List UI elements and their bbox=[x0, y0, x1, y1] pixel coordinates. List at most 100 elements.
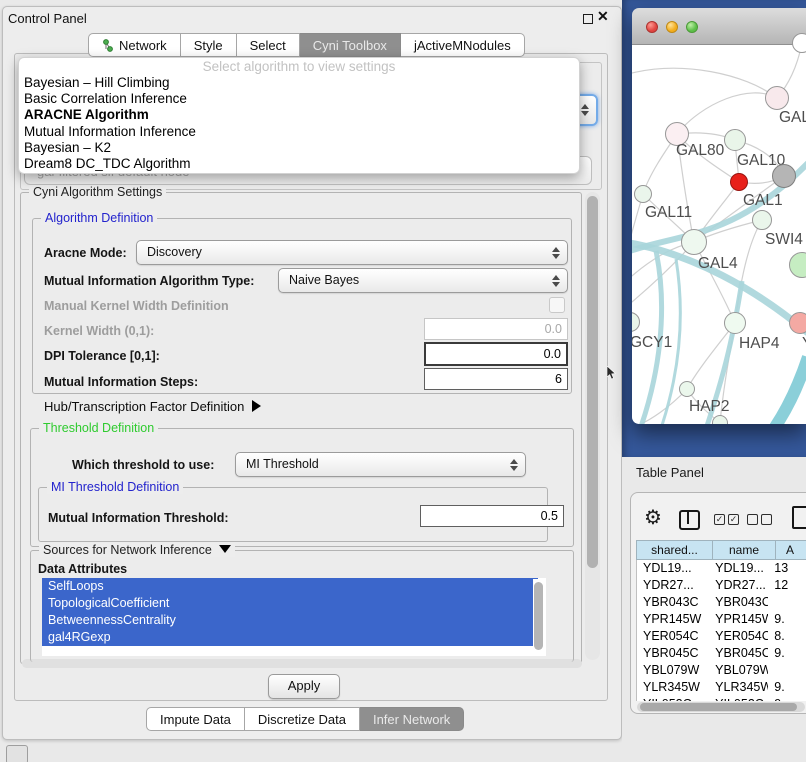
graph-node-gal10[interactable] bbox=[724, 129, 746, 151]
table-cell: YPR145W bbox=[637, 611, 709, 628]
algorithm-item-bayesian-hill-climbing[interactable]: Bayesian – Hill Climbing bbox=[19, 75, 579, 91]
algorithm-item-mutual-information-inference[interactable]: Mutual Information Inference bbox=[19, 124, 579, 140]
table-row[interactable]: YDR27...YDR27...12 bbox=[637, 577, 806, 594]
mi-threshold-label: Mutual Information Threshold: bbox=[48, 511, 229, 525]
tab-cyni-toolbox[interactable]: Cyni Toolbox bbox=[300, 33, 401, 57]
which-threshold-label: Which threshold to use: bbox=[72, 458, 214, 472]
graph-node-hap4[interactable] bbox=[724, 312, 746, 334]
table-hscrollbar-thumb[interactable] bbox=[640, 703, 797, 711]
graph-node-label: GCY1 bbox=[632, 334, 672, 352]
sources-group-title[interactable]: Sources for Network Inference bbox=[39, 543, 235, 557]
attribute-item-selfloops[interactable]: SelfLoops bbox=[42, 578, 538, 595]
network-window-titlebar[interactable] bbox=[632, 8, 806, 45]
dpi-tolerance-field[interactable] bbox=[424, 342, 568, 366]
graph-node-gal4[interactable] bbox=[681, 229, 707, 255]
close-icon[interactable]: ✕ bbox=[597, 9, 609, 23]
table-row[interactable]: YDL19...YDL19...13 bbox=[637, 560, 806, 577]
table-cell: 9 bbox=[768, 696, 806, 701]
column-view-icon[interactable] bbox=[679, 510, 700, 530]
minimize-traffic-light[interactable] bbox=[666, 21, 678, 33]
graph-node[interactable] bbox=[789, 252, 806, 278]
bottom-tab-discretize-data[interactable]: Discretize Data bbox=[245, 707, 360, 731]
network-view-window[interactable]: GALGAL80GAL10GAL1SWI4GAL11GAL4GCY1HAP4YH… bbox=[632, 8, 806, 424]
attribute-item-topologicalcoefficient[interactable]: TopologicalCoefficient bbox=[42, 595, 538, 612]
zoom-traffic-light[interactable] bbox=[686, 21, 698, 33]
float-window-icon[interactable] bbox=[583, 14, 593, 24]
collapse-panel-button[interactable] bbox=[6, 745, 28, 762]
graph-node[interactable] bbox=[792, 33, 806, 53]
table-row[interactable]: YBR045CYBR045C9. bbox=[637, 645, 806, 662]
mi-threshold-field[interactable] bbox=[420, 505, 564, 527]
kernel-width-field[interactable] bbox=[424, 318, 568, 340]
attributes-scrollbar-thumb[interactable] bbox=[534, 582, 543, 650]
tab-jactivemnodules[interactable]: jActiveMNodules bbox=[401, 33, 525, 57]
table-row[interactable]: YLR345WYLR345W9. bbox=[637, 679, 806, 696]
attributes-scrollbar[interactable] bbox=[533, 579, 545, 655]
bottom-tab-label: Discretize Data bbox=[258, 712, 346, 727]
graph-node-swi4[interactable] bbox=[752, 210, 772, 230]
close-traffic-light[interactable] bbox=[646, 21, 658, 33]
table-cell: YBR043C bbox=[709, 594, 768, 611]
expand-right-icon bbox=[252, 400, 261, 412]
table-row[interactable]: YER054CYER054C8. bbox=[637, 628, 806, 645]
gear-icon[interactable]: ⚙ bbox=[644, 506, 662, 530]
graph-node-label: GAL4 bbox=[698, 255, 738, 273]
checked-checkbox-icon[interactable]: ✓ bbox=[728, 514, 739, 525]
table-row[interactable]: YPR145WYPR145W9. bbox=[637, 611, 806, 628]
tab-network[interactable]: Network bbox=[88, 33, 181, 57]
algorithm-item-bayesian-k2[interactable]: Bayesian – K2 bbox=[19, 140, 579, 156]
table-cell: 13 bbox=[768, 560, 806, 577]
table-hscrollbar[interactable] bbox=[637, 702, 805, 712]
settings-scrollbar-thumb[interactable] bbox=[587, 196, 598, 568]
tab-select[interactable]: Select bbox=[237, 33, 300, 57]
table-cell: YBL079W bbox=[637, 662, 709, 679]
which-threshold-combobox[interactable]: MI Threshold bbox=[235, 452, 526, 477]
column-header-name[interactable]: name bbox=[713, 540, 776, 560]
bottom-tab-infer-network[interactable]: Infer Network bbox=[360, 707, 464, 731]
settings-scrollbar[interactable] bbox=[585, 192, 600, 660]
graph-node[interactable] bbox=[772, 164, 796, 188]
algorithm-list: Bayesian – Hill ClimbingBasic Correlatio… bbox=[19, 75, 579, 172]
attribute-item-gal4rgexp[interactable]: gal4RGexp bbox=[42, 629, 538, 646]
table-cell: 9. bbox=[768, 679, 806, 696]
table-panel-title: Table Panel bbox=[636, 465, 704, 480]
mi-type-combobox[interactable]: Naive Bayes bbox=[278, 268, 568, 293]
unchecked-checkbox-icon[interactable] bbox=[747, 514, 758, 525]
aracne-mode-combobox[interactable]: Discovery bbox=[136, 240, 568, 265]
graph-node-gal11[interactable] bbox=[634, 185, 652, 203]
column-header-shared[interactable]: shared... bbox=[636, 540, 713, 560]
table-row[interactable]: YBR043CYBR043C bbox=[637, 594, 806, 611]
table-cell: YER054C bbox=[709, 628, 768, 645]
mi-steps-field[interactable] bbox=[424, 368, 568, 390]
data-attributes-list: SelfLoopsTopologicalCoefficientBetweenne… bbox=[42, 578, 546, 656]
dpi-tolerance-label: DPI Tolerance [0,1]: bbox=[44, 349, 160, 363]
unchecked-checkbox-icon[interactable] bbox=[761, 514, 772, 525]
tab-style[interactable]: Style bbox=[181, 33, 237, 57]
table-cell: YDR27... bbox=[637, 577, 709, 594]
algorithm-item-dream8-dc-tdc-algorithm[interactable]: Dream8 DC_TDC Algorithm bbox=[19, 156, 579, 172]
table-row[interactable]: YIL052CYIL052C9 bbox=[637, 696, 806, 701]
graph-node[interactable] bbox=[712, 415, 728, 424]
hub-definition-expander[interactable]: Hub/Transcription Factor Definition bbox=[44, 399, 261, 414]
algorithm-item-aracne-algorithm[interactable]: ARACNE Algorithm bbox=[19, 107, 579, 123]
graph-node-label: GAL bbox=[779, 109, 806, 127]
graph-node-gal[interactable] bbox=[765, 86, 789, 110]
table-cell: YBR045C bbox=[637, 645, 709, 662]
graph-node-gcy1[interactable] bbox=[632, 312, 640, 332]
table-row[interactable]: YBL079WYBL079W bbox=[637, 662, 806, 679]
graph-node-gal1[interactable] bbox=[730, 173, 748, 191]
attribute-item-betweennesscentrality[interactable]: BetweennessCentrality bbox=[42, 612, 538, 629]
graph-node-hap2[interactable] bbox=[679, 381, 695, 397]
apply-button[interactable]: Apply bbox=[268, 674, 340, 699]
bottom-tab-impute-data[interactable]: Impute Data bbox=[146, 707, 245, 731]
checked-checkbox-icon[interactable]: ✓ bbox=[714, 514, 725, 525]
graph-node-y[interactable] bbox=[789, 312, 806, 334]
column-header-a[interactable]: A bbox=[776, 540, 806, 560]
kernel-width-label: Kernel Width (0,1): bbox=[44, 324, 154, 338]
network-canvas[interactable]: GALGAL80GAL10GAL1SWI4GAL11GAL4GCY1HAP4YH… bbox=[632, 45, 806, 424]
document-icon[interactable] bbox=[792, 506, 806, 529]
manual-kernel-checkbox[interactable] bbox=[549, 297, 565, 313]
table-cell: YBR045C bbox=[709, 645, 768, 662]
algorithm-item-basic-correlation-inference[interactable]: Basic Correlation Inference bbox=[19, 91, 579, 107]
tab-label: Select bbox=[250, 38, 286, 53]
